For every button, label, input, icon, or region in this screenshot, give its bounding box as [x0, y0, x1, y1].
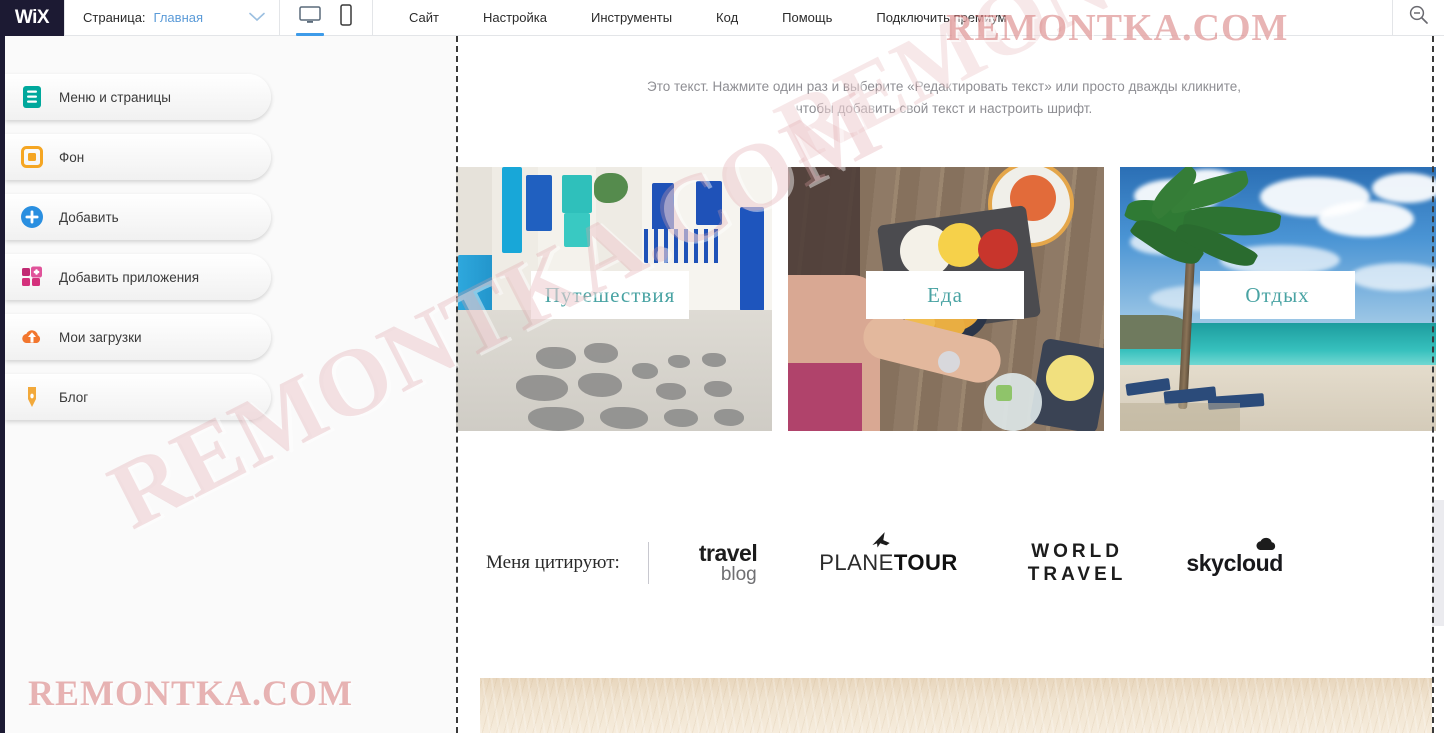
sidebar-item-my-uploads[interactable]: Мои загрузки — [5, 314, 271, 360]
sidebar-item-label: Меню и страницы — [59, 89, 171, 105]
skycloud-logo[interactable]: skycloud — [1186, 537, 1283, 577]
card-label[interactable]: Еда — [866, 271, 1024, 319]
page-selector-value: Главная — [153, 10, 204, 25]
intro-text-block[interactable]: Это текст. Нажмите один раз и выберите «… — [456, 76, 1432, 120]
background-icon — [19, 144, 45, 170]
menu-item-premium[interactable]: Подключить премиум — [854, 0, 1028, 36]
card-label[interactable]: Отдых — [1200, 271, 1355, 319]
sidebar-item-blog[interactable]: Блог — [5, 374, 271, 420]
sidebar-item-label: Блог — [59, 389, 89, 405]
upload-cloud-icon — [19, 324, 45, 350]
zoom-out-button[interactable] — [1392, 0, 1444, 36]
main-menu: Сайт Настройка Инструменты Код Помощь По… — [373, 0, 1392, 36]
page-selector-dropdown[interactable]: Страница: Главная — [65, 0, 279, 36]
top-toolbar: WiX Страница: Главная Сайт Настройка Инс… — [0, 0, 1444, 36]
planetour-part-2: TOUR — [893, 550, 958, 575]
sidebar-panel: Меню и страницы Фон Добавить Добавить пр… — [5, 74, 271, 434]
sidebar-item-label: Мои загрузки — [59, 329, 142, 345]
menu-item-help[interactable]: Помощь — [760, 0, 854, 36]
page-selector-label: Страница: — [83, 10, 146, 25]
desktop-icon — [298, 5, 322, 30]
wix-logo[interactable]: WiX — [0, 0, 64, 36]
chevron-down-icon — [249, 9, 265, 27]
world-travel-logo[interactable]: WORLD TRAVEL — [1028, 540, 1127, 586]
card-food[interactable]: Еда — [788, 167, 1104, 431]
card-leisure[interactable]: Отдых — [1120, 167, 1436, 431]
travel-blog-line-2: blog — [720, 563, 757, 585]
intro-text-line-2: чтобы добавить свой текст и настроить шр… — [795, 101, 1093, 116]
sidebar-item-label: Фон — [59, 149, 85, 165]
sidebar-item-label: Добавить — [59, 209, 119, 225]
intro-text-line-1: Это текст. Нажмите один раз и выберите «… — [647, 79, 1241, 94]
quoted-by-section: Меня цитируют: travel blog PLANE TOUR WO… — [456, 500, 1432, 626]
sidebar-item-add[interactable]: Добавить — [5, 194, 271, 240]
apps-grid-icon — [19, 264, 45, 290]
desktop-view-button[interactable] — [296, 0, 324, 36]
active-device-indicator — [296, 32, 324, 36]
device-view-toggle — [280, 0, 372, 36]
sidebar-item-add-apps[interactable]: Добавить приложения — [5, 254, 271, 300]
menu-item-site[interactable]: Сайт — [373, 0, 461, 36]
left-edge-strip — [0, 36, 5, 733]
plus-circle-icon — [19, 204, 45, 230]
menu-item-code[interactable]: Код — [694, 0, 760, 36]
mobile-icon — [338, 4, 354, 31]
pen-nib-icon — [19, 384, 45, 410]
world-travel-line-2: TRAVEL — [1027, 564, 1127, 585]
world-travel-line-1: WORLD — [1031, 541, 1123, 562]
mobile-view-button[interactable] — [338, 0, 354, 36]
card-label[interactable]: Путешествия — [531, 271, 689, 319]
wix-logo-text: WiX — [14, 6, 50, 28]
magnifier-minus-icon — [1408, 4, 1430, 31]
card-travel[interactable]: Путешествия — [456, 167, 772, 431]
sand-texture-photo[interactable] — [480, 678, 1432, 733]
sidebar-item-label: Добавить приложения — [59, 269, 200, 285]
sidebar-item-menu-pages[interactable]: Меню и страницы — [5, 74, 271, 120]
quoted-by-label: Меня цитируют: — [486, 552, 620, 573]
cloud-icon — [1255, 536, 1281, 557]
menu-item-settings[interactable]: Настройка — [461, 0, 569, 36]
menu-item-tools[interactable]: Инструменты — [569, 0, 694, 36]
travel-blog-logo[interactable]: travel blog — [698, 539, 758, 585]
canvas-right-boundary — [1432, 36, 1434, 733]
sidebar-item-background[interactable]: Фон — [5, 134, 271, 180]
quoted-by-divider — [647, 542, 649, 584]
menu-pages-icon — [19, 84, 45, 110]
editor-sidebar: Меню и страницы Фон Добавить Добавить пр… — [5, 36, 456, 733]
canvas-left-boundary — [456, 36, 458, 733]
travel-blog-line-1: travel — [698, 539, 758, 566]
planetour-logo[interactable]: PLANE TOUR — [819, 532, 958, 576]
